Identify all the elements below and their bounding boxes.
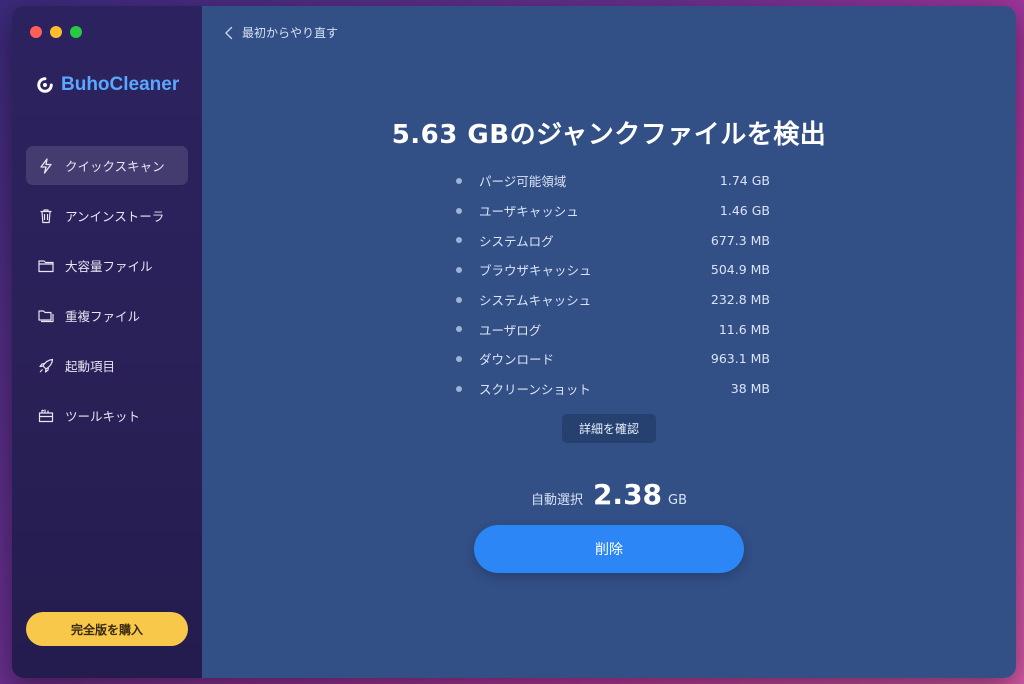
auto-selected-label: 自動選択	[530, 493, 583, 508]
start-over-link[interactable]: 最初からやり直す	[224, 24, 338, 41]
sidebar-item-label: アンインストーラ	[65, 209, 165, 224]
minimize-window-button[interactable]	[50, 26, 62, 38]
list-item-name: ブラウザキャッシュ	[479, 263, 592, 279]
list-item-name: ユーザキャッシュ	[479, 204, 579, 220]
brand-name: BuhoCleaner	[61, 74, 180, 95]
auto-selected-unit: GB	[668, 493, 688, 508]
sidebar-item-label: 大容量ファイル	[65, 259, 153, 274]
sidebar-item-label: 起動項目	[65, 359, 116, 374]
list-item: システムキャッシュ 232.8 MB	[456, 285, 770, 315]
sidebar-item-uninstaller[interactable]: アンインストーラ	[26, 196, 188, 235]
bolt-icon	[38, 157, 54, 174]
delete-button[interactable]: 削除	[474, 525, 744, 573]
list-item-size: 963.1 MB	[710, 351, 770, 367]
auto-selected-value: 2.38	[592, 478, 663, 511]
bullet-dot	[456, 237, 462, 244]
auto-selected-summary: 自動選択 2.38 GB	[202, 478, 1016, 511]
sidebar-item-label: 重複ファイル	[65, 309, 141, 324]
list-item-size: 504.9 MB	[710, 262, 770, 278]
list-item-name: システムキャッシュ	[479, 293, 592, 309]
list-item-size: 38 MB	[730, 381, 770, 397]
list-item: ダウンロード 963.1 MB	[456, 344, 770, 374]
list-item-size: 232.8 MB	[710, 292, 770, 308]
zoom-window-button[interactable]	[70, 26, 82, 38]
sidebar-item-toolkit[interactable]: ツールキット	[26, 396, 188, 435]
buy-full-version-button[interactable]: 完全版を購入	[26, 612, 188, 646]
window-controls	[30, 26, 82, 38]
junk-list: パージ可能領域 1.74 GB ユーザキャッシュ 1.46 GB システムログ …	[456, 166, 770, 404]
list-item-name: スクリーンショット	[479, 382, 591, 398]
folder-icon	[38, 258, 54, 274]
view-details-button[interactable]: 詳細を確認	[562, 414, 656, 443]
list-item: ユーザキャッシュ 1.46 GB	[456, 196, 770, 226]
duplicate-folder-icon	[38, 308, 54, 324]
bullet-dot	[456, 296, 462, 303]
sidebar-item-label: クイックスキャン	[65, 159, 165, 174]
list-item: ブラウザキャッシュ 504.9 MB	[456, 255, 770, 285]
bullet-dot	[456, 207, 462, 214]
chevron-left-icon	[225, 26, 233, 39]
list-item-name: ユーザログ	[479, 322, 542, 338]
brand-logo-icon	[37, 77, 53, 93]
bullet-dot	[456, 355, 462, 362]
list-item-size: 11.6 MB	[718, 321, 770, 337]
toolkit-icon	[38, 408, 54, 424]
sidebar-item-startup-items[interactable]: 起動項目	[26, 346, 188, 385]
list-item: ユーザログ 11.6 MB	[456, 314, 770, 344]
bullet-dot	[456, 266, 462, 273]
bullet-dot	[456, 326, 462, 333]
main-panel: 最初からやり直す 5.63 GBのジャンクファイルを検出 パージ可能領域 1.7…	[202, 6, 1016, 678]
sidebar-item-label: ツールキット	[65, 409, 141, 424]
start-over-label: 最初からやり直す	[242, 26, 339, 40]
list-item: システムログ 677.3 MB	[456, 225, 770, 255]
list-item-name: ダウンロード	[479, 352, 555, 368]
trash-icon	[38, 208, 54, 224]
list-item-size: 677.3 MB	[710, 232, 770, 248]
list-item-size: 1.74 GB	[719, 173, 770, 189]
sidebar: BuhoCleaner クイックスキャン アンインストーラ 大容量ファイル 重複…	[12, 6, 202, 678]
app-window: BuhoCleaner クイックスキャン アンインストーラ 大容量ファイル 重複…	[12, 6, 1016, 678]
rocket-icon	[38, 358, 54, 374]
sidebar-item-large-files[interactable]: 大容量ファイル	[26, 246, 188, 285]
list-item-name: システムログ	[479, 233, 554, 249]
sidebar-item-quick-scan[interactable]: クイックスキャン	[26, 146, 188, 185]
close-window-button[interactable]	[30, 26, 42, 38]
sidebar-nav: クイックスキャン アンインストーラ 大容量ファイル 重複ファイル 起動項目 ツー…	[26, 146, 188, 446]
list-item-size: 1.46 GB	[719, 203, 770, 219]
list-item: スクリーンショット 38 MB	[456, 374, 770, 404]
list-item-name: パージ可能領域	[479, 174, 567, 190]
list-item: パージ可能領域 1.74 GB	[456, 166, 770, 196]
bullet-dot	[456, 177, 462, 184]
brand: BuhoCleaner	[36, 74, 179, 96]
page-title: 5.63 GBのジャンクファイルを検出	[391, 120, 827, 150]
bullet-dot	[456, 385, 462, 392]
sidebar-item-duplicate-files[interactable]: 重複ファイル	[26, 296, 188, 335]
